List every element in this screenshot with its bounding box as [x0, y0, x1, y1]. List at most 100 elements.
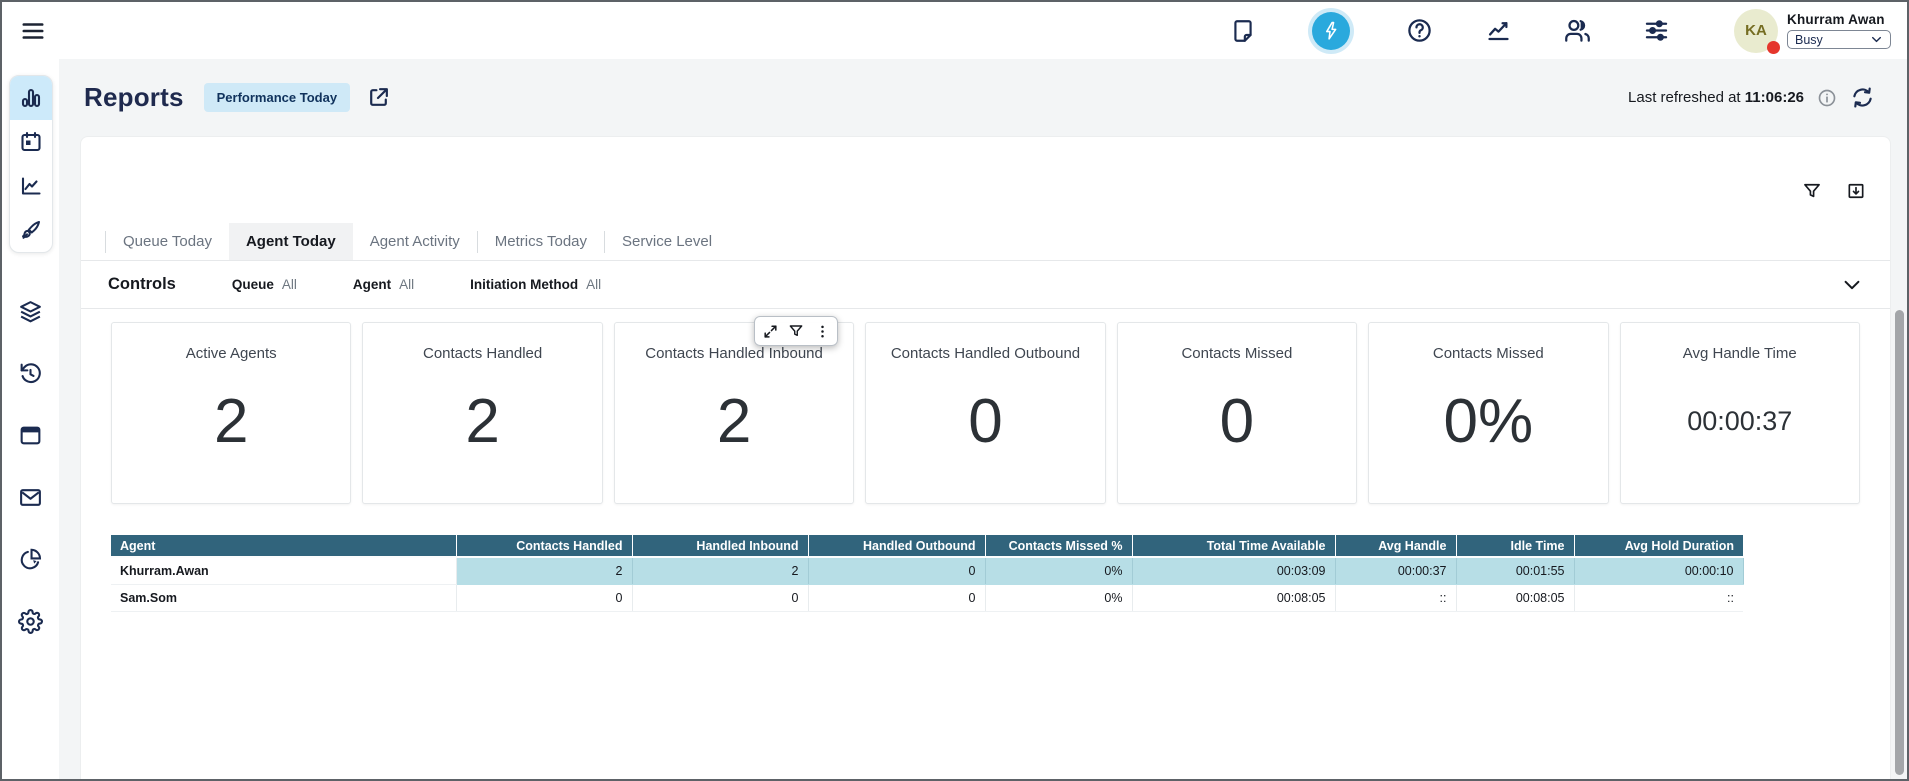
card-value: 2: [363, 362, 601, 480]
users-button[interactable]: [1564, 17, 1591, 44]
chevron-down-icon: [1870, 33, 1883, 46]
lightning-icon: [1308, 8, 1354, 54]
cell-agent-name: Sam.Som: [111, 584, 456, 611]
sidebar-item-realtime-metrics[interactable]: [10, 76, 52, 120]
metric-card-avg-handle-time: Avg Handle Time 00:00:37: [1620, 322, 1860, 504]
cell-value: 0: [456, 584, 632, 611]
filter-card-button[interactable]: [785, 319, 807, 343]
table-row: Sam.Som 0 0 0 0% 00:08:05 :: 00:08:05 ::: [111, 584, 1743, 611]
expand-card-button[interactable]: [759, 319, 781, 343]
chevron-down-icon: [1841, 274, 1863, 296]
card-title: Contacts Handled Inbound: [615, 345, 853, 362]
pie-chart-icon: [18, 547, 43, 572]
column-header-avg-handle[interactable]: Avg Handle: [1335, 535, 1456, 557]
calendar-icon: [19, 130, 43, 154]
cell-value: 0: [632, 584, 808, 611]
user-name: Khurram Awan: [1787, 12, 1891, 27]
card-title: Contacts Missed: [1118, 345, 1356, 362]
metric-card-contacts-missed-pct: Contacts Missed 0%: [1368, 322, 1608, 504]
metric-card-active-agents: Active Agents 2: [111, 322, 351, 504]
external-link-icon: [366, 85, 391, 110]
sliders-icon: [1643, 17, 1670, 44]
cell-value: 00:03:09: [1132, 557, 1335, 584]
line-chart-icon: [19, 174, 43, 198]
note-icon: [1230, 18, 1256, 44]
hamburger-menu-button[interactable]: [20, 18, 46, 44]
app-window: KA Khurram Awan Busy: [0, 0, 1909, 781]
column-header-idle-time[interactable]: Idle Time: [1456, 535, 1574, 557]
column-header-contacts-handled[interactable]: Contacts Handled: [456, 535, 632, 557]
sidebar-item-analytics[interactable]: [18, 547, 43, 572]
sidebar-item-dashboard-designer[interactable]: [10, 208, 52, 252]
sidebar-item-mail[interactable]: [18, 485, 43, 510]
tab-queue-today[interactable]: Queue Today: [106, 223, 229, 260]
avatar[interactable]: KA: [1734, 9, 1778, 53]
status-select[interactable]: Busy: [1787, 30, 1891, 49]
sidebar-item-flows[interactable]: [18, 299, 43, 324]
column-header-agent[interactable]: Agent: [111, 535, 456, 557]
last-refreshed-time: 11:06:26: [1745, 89, 1804, 106]
layers-icon: [18, 299, 43, 324]
tab-metrics-today[interactable]: Metrics Today: [478, 223, 604, 260]
report-tabs: Queue Today Agent Today Agent Activity M…: [81, 223, 1890, 261]
metric-card-contacts-missed: Contacts Missed 0: [1117, 322, 1357, 504]
card-title: Contacts Handled: [363, 345, 601, 362]
sidebar-item-settings[interactable]: [18, 609, 43, 634]
open-in-new-window-button[interactable]: [366, 85, 391, 110]
card-value: 00:00:37: [1621, 362, 1859, 480]
card-menu-button[interactable]: [811, 319, 833, 343]
mail-icon: [18, 485, 43, 510]
report-badge: Performance Today: [204, 83, 350, 112]
status-select-value: Busy: [1795, 33, 1823, 47]
sidebar-item-history[interactable]: [18, 361, 43, 386]
filter-queue[interactable]: Queue All: [232, 277, 297, 292]
filter-report-button[interactable]: [1802, 181, 1822, 201]
filter-icon: [1802, 181, 1822, 201]
gear-icon: [18, 609, 43, 634]
main-content: Reports Performance Today Last refreshed…: [59, 59, 1907, 779]
column-header-total-time-available[interactable]: Total Time Available: [1132, 535, 1335, 557]
help-button[interactable]: [1406, 17, 1433, 44]
column-header-handled-inbound[interactable]: Handled Inbound: [632, 535, 808, 557]
sidebar-item-scheduled-reports[interactable]: [10, 120, 52, 164]
filter-agent[interactable]: Agent All: [353, 277, 414, 292]
column-header-handled-outbound[interactable]: Handled Outbound: [808, 535, 985, 557]
settings-sliders-button[interactable]: [1643, 17, 1670, 44]
bar-chart-icon: [19, 86, 43, 110]
paintbrush-icon: [19, 218, 43, 242]
sidebar-item-historical-metrics[interactable]: [10, 164, 52, 208]
metrics-button[interactable]: [1485, 17, 1512, 44]
user-block: KA Khurram Awan Busy: [1734, 9, 1891, 53]
info-icon: [1817, 88, 1837, 108]
notes-button[interactable]: [1230, 18, 1256, 44]
page-title: Reports: [84, 82, 184, 113]
tab-agent-today[interactable]: Agent Today: [229, 223, 353, 260]
sidebar-report-group: [9, 75, 53, 253]
quick-actions-button[interactable]: [1308, 8, 1354, 54]
card-title: Contacts Missed: [1369, 345, 1607, 362]
sidebar-item-browser[interactable]: [18, 423, 43, 448]
cell-value: 0: [808, 584, 985, 611]
busy-status-dot: [1767, 41, 1780, 54]
collapse-controls-button[interactable]: [1841, 274, 1863, 296]
column-header-contacts-missed-pct[interactable]: Contacts Missed %: [985, 535, 1132, 557]
refresh-info-button[interactable]: [1817, 88, 1837, 108]
metric-cards: Active Agents 2 Contacts Handled 2 Conta…: [81, 309, 1890, 504]
metric-card-contacts-handled: Contacts Handled 2: [362, 322, 602, 504]
cell-value: 00:08:05: [1456, 584, 1574, 611]
report-panel: Queue Today Agent Today Agent Activity M…: [80, 136, 1891, 779]
column-header-avg-hold-duration[interactable]: Avg Hold Duration: [1574, 535, 1743, 557]
cell-value: 2: [632, 557, 808, 584]
controls-bar: Controls Queue All Agent All Initiation …: [81, 261, 1890, 309]
vertical-scrollbar[interactable]: [1895, 310, 1904, 775]
filter-icon: [788, 323, 804, 339]
refresh-button[interactable]: [1850, 85, 1875, 110]
download-report-button[interactable]: [1846, 181, 1866, 201]
cell-value: 2: [456, 557, 632, 584]
cell-value: 00:00:37: [1335, 557, 1456, 584]
metric-card-contacts-handled-outbound: Contacts Handled Outbound 0: [865, 322, 1105, 504]
cell-value: 0%: [985, 584, 1132, 611]
tab-service-level[interactable]: Service Level: [605, 223, 729, 260]
tab-agent-activity[interactable]: Agent Activity: [353, 223, 477, 260]
filter-initiation-method[interactable]: Initiation Method All: [470, 277, 601, 292]
